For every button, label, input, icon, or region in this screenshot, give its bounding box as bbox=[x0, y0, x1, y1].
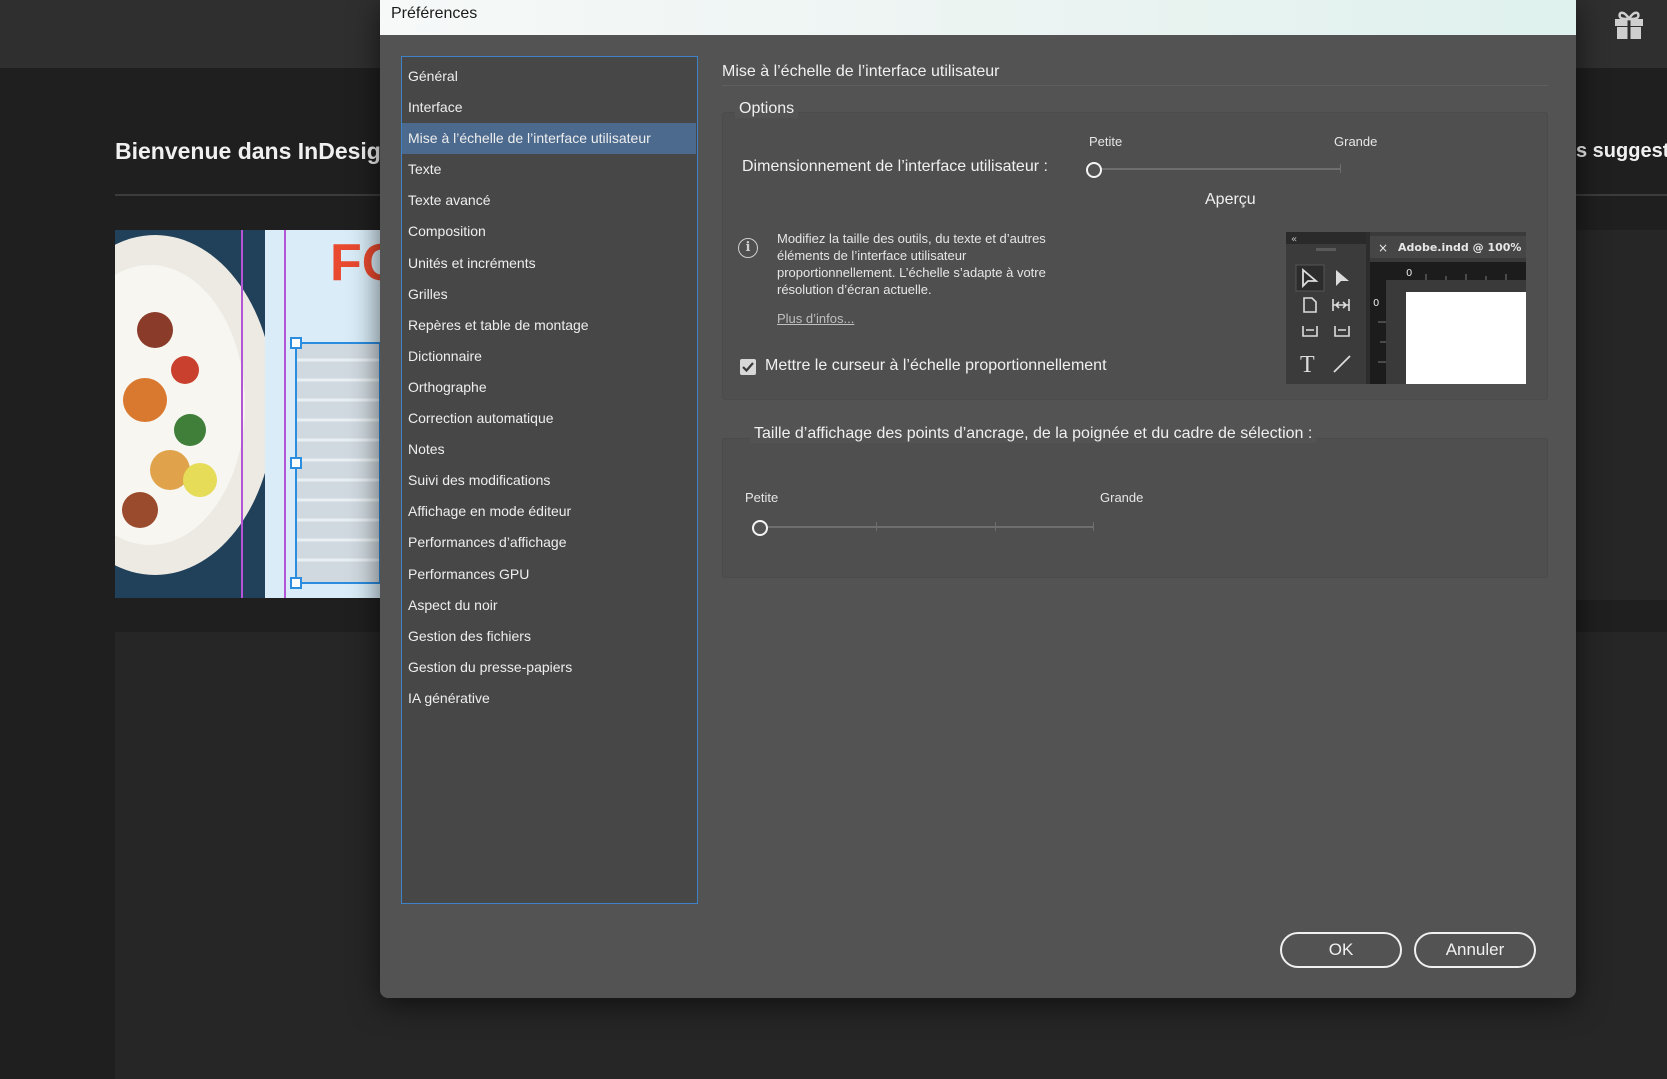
nav-item[interactable]: Aspect du noir bbox=[402, 590, 697, 621]
anchor-size-slider-tick bbox=[876, 522, 877, 531]
cancel-button[interactable]: Annuler bbox=[1414, 932, 1536, 968]
nav-item[interactable]: Repères et table de montage bbox=[402, 310, 697, 341]
anchor-size-legend: Taille d’affichage des points d’ancrage,… bbox=[750, 425, 1317, 443]
nav-item[interactable]: Texte bbox=[402, 154, 697, 185]
heading-divider bbox=[722, 85, 1548, 86]
template-thumbnail[interactable]: FO CU bbox=[115, 230, 380, 598]
nav-item[interactable]: Gestion du presse-papiers bbox=[402, 652, 697, 683]
nav-item[interactable]: Grilles bbox=[402, 279, 697, 310]
gift-icon[interactable] bbox=[1612, 8, 1646, 40]
scale-cursor-checkbox[interactable] bbox=[740, 359, 756, 375]
ui-scaling-info-text: Modifiez la taille des outils, du texte … bbox=[777, 231, 1046, 297]
nav-item[interactable]: Texte avancé bbox=[402, 185, 697, 216]
nav-item[interactable]: Gestion des fichiers bbox=[402, 621, 697, 652]
options-legend: Options bbox=[735, 100, 799, 118]
nav-item[interactable]: IA générative bbox=[402, 683, 697, 714]
ok-button[interactable]: OK bbox=[1280, 932, 1402, 968]
nav-item[interactable]: Affichage en mode éditeur bbox=[402, 496, 697, 527]
nav-item[interactable]: Interface bbox=[402, 92, 697, 123]
nav-item[interactable]: Performances GPU bbox=[402, 559, 697, 590]
nav-item[interactable]: Dictionnaire bbox=[402, 341, 697, 372]
suggestion-card bbox=[1572, 230, 1667, 600]
ui-scaling-max-label: Grande bbox=[1334, 134, 1378, 149]
collapse-panel-icon: « bbox=[1291, 234, 1297, 245]
close-tab-icon: × bbox=[1378, 241, 1388, 255]
preferences-dialog: Préférences Général Interface Mise à l’éch… bbox=[380, 0, 1576, 998]
preview-page bbox=[1406, 292, 1526, 384]
checkmark-icon bbox=[742, 362, 754, 373]
nav-item[interactable]: Performances d’affichage bbox=[402, 527, 697, 558]
document-tab-title: Adobe.indd @ 100% | bbox=[1398, 241, 1526, 254]
list-scroll-area[interactable] bbox=[696, 57, 697, 705]
anchor-size-slider-track[interactable] bbox=[760, 526, 1094, 528]
dialog-title: Préférences bbox=[391, 5, 478, 22]
anchor-size-min-label: Petite bbox=[745, 490, 779, 505]
nav-item[interactable]: Correction automatique bbox=[402, 403, 697, 434]
nav-item[interactable]: Général bbox=[402, 61, 697, 92]
anchor-size-group bbox=[722, 438, 1548, 578]
anchor-size-slider-thumb[interactable] bbox=[752, 520, 768, 536]
suggestions-heading-fragment: s suggestion bbox=[1576, 140, 1667, 162]
ui-scaling-label: Dimensionnement de l’interface utilisate… bbox=[742, 158, 1048, 175]
anchor-size-slider-tick bbox=[1093, 522, 1094, 531]
more-info-link[interactable]: Plus d’infos... bbox=[777, 311, 854, 326]
preview-label: Aperçu bbox=[1205, 191, 1256, 208]
horizontal-ruler-zero: 0 bbox=[1406, 268, 1412, 279]
nav-item[interactable]: Composition bbox=[402, 216, 697, 247]
type-tool-icon: T bbox=[1300, 352, 1315, 378]
section-heading: Mise à l’échelle de l’interface utilisat… bbox=[722, 63, 1000, 80]
anchor-size-slider-tick bbox=[995, 522, 996, 531]
anchor-size-max-label: Grande bbox=[1100, 490, 1144, 505]
preferences-category-list[interactable]: Général Interface Mise à l’échelle de l’in… bbox=[401, 56, 698, 904]
ui-scaling-preview: « T × Adobe.indd @ 100% | 0 0 bbox=[1286, 232, 1526, 384]
dialog-title-bar[interactable]: Préférences bbox=[380, 0, 1576, 35]
info-icon: i bbox=[738, 238, 758, 258]
thumbnail-headline: FO CU bbox=[330, 234, 380, 292]
vertical-ruler-zero: 0 bbox=[1373, 298, 1379, 309]
ui-scaling-min-label: Petite bbox=[1089, 134, 1123, 149]
nav-item[interactable]: Mise à l’échelle de l’interface utilisat… bbox=[402, 123, 697, 155]
scale-cursor-label[interactable]: Mettre le curseur à l’échelle proportion… bbox=[765, 357, 1107, 375]
welcome-heading: Bienvenue dans InDesign, bbox=[115, 138, 402, 164]
ui-scaling-slider-tick bbox=[1340, 164, 1341, 173]
nav-item[interactable]: Unités et incréments bbox=[402, 248, 697, 279]
nav-item[interactable]: Notes bbox=[402, 434, 697, 465]
ui-scaling-slider-track[interactable] bbox=[1094, 168, 1341, 170]
ui-scaling-slider-thumb[interactable] bbox=[1086, 162, 1102, 178]
nav-item[interactable]: Orthographe bbox=[402, 372, 697, 403]
nav-item[interactable]: Suivi des modifications bbox=[402, 465, 697, 496]
